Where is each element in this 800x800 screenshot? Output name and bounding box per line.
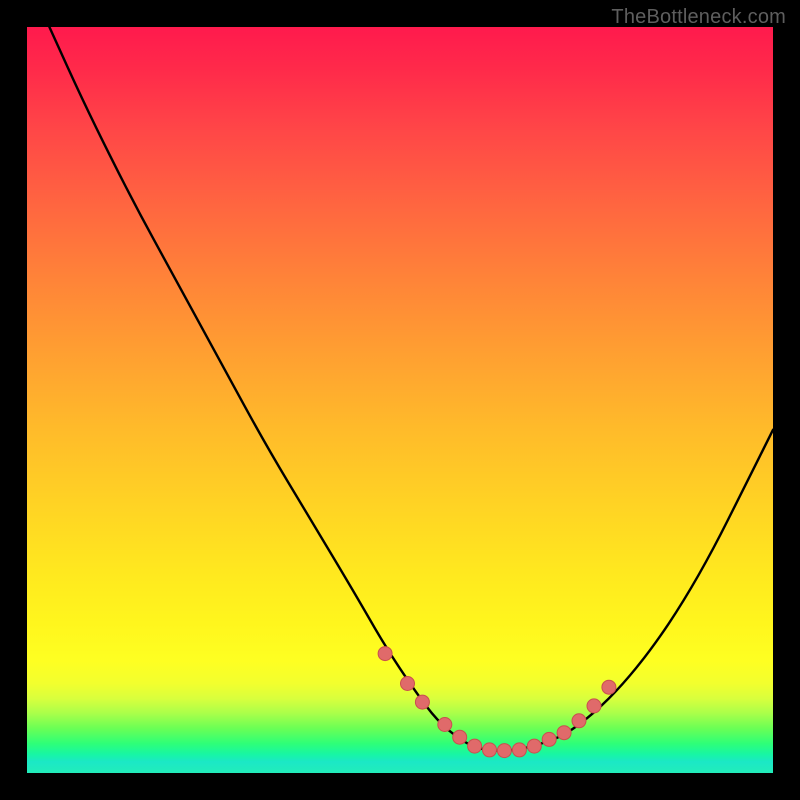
marker-dot [542, 732, 556, 746]
bottleneck-curve [49, 27, 773, 751]
marker-dot [512, 743, 526, 757]
marker-dot [557, 726, 571, 740]
marker-dots [378, 647, 616, 758]
marker-dot [415, 695, 429, 709]
marker-dot [602, 680, 616, 694]
marker-dot [438, 718, 452, 732]
marker-dot [483, 743, 497, 757]
marker-dot [587, 699, 601, 713]
marker-dot [468, 739, 482, 753]
chart-frame: TheBottleneck.com [0, 0, 800, 800]
marker-dot [378, 647, 392, 661]
marker-dot [497, 744, 511, 758]
marker-dot [572, 714, 586, 728]
marker-dot [527, 739, 541, 753]
chart-svg [27, 27, 773, 773]
marker-dot [453, 730, 467, 744]
marker-dot [401, 677, 415, 691]
watermark-text: TheBottleneck.com [611, 6, 786, 29]
